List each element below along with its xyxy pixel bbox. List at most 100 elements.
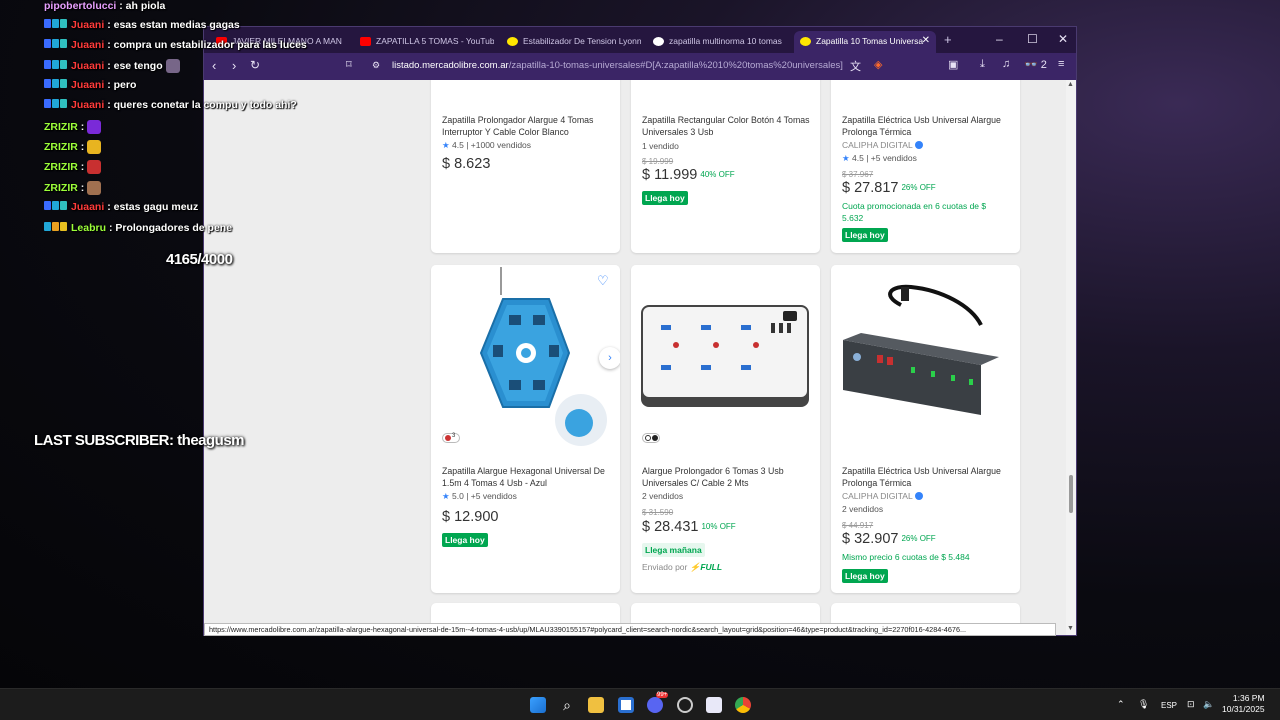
store-icon[interactable] (618, 697, 634, 713)
chat-badges (44, 60, 68, 72)
product-title[interactable]: Zapatilla Eléctrica Usb Universal Alargu… (842, 114, 1012, 138)
rating-value: 4.5 (452, 140, 464, 150)
full-badge: ⚡FULL (689, 562, 723, 572)
product-card[interactable]: Alargue Prolongador 6 Tomas 3 Usb Univer… (631, 265, 820, 593)
product-title[interactable]: Zapatilla Rectangular Color Botón 4 Toma… (642, 114, 812, 138)
tab-label: Estabilizador De Tension Lyonn (523, 36, 641, 46)
minimize-button[interactable]: – (996, 32, 1003, 46)
file-explorer-icon[interactable] (588, 697, 604, 713)
product-title[interactable]: Zapatilla Eléctrica Usb Universal Alargu… (842, 465, 1012, 489)
screenshot-icon[interactable]: ▣ (948, 58, 958, 71)
price-value: $ 32.907 (842, 531, 899, 547)
obs-icon[interactable] (677, 697, 693, 713)
product-title[interactable]: Alargue Prolongador 6 Tomas 3 Usb Univer… (642, 465, 812, 489)
clock-time: 1:36 PM (1232, 693, 1265, 703)
product-price: $ 27.817 26% OFF (842, 180, 936, 196)
swatch-count: 3 (452, 433, 456, 439)
product-card[interactable]: Zapatilla Rectangular Color Botón 4 Toma… (631, 80, 820, 253)
chat-text: : ah piola (119, 0, 166, 12)
new-tab-button[interactable]: + (944, 32, 952, 47)
color-swatch-badge (642, 433, 660, 443)
music-icon[interactable]: ♫ (1002, 58, 1010, 70)
product-rating: ★ 4.5 | +5 vendidos (842, 153, 917, 164)
close-window-button[interactable]: ✕ (1058, 32, 1068, 46)
chat-message: Juaani : estas gagu meuz (44, 201, 198, 213)
page-scrollbar[interactable]: ▲ ▼ (1066, 80, 1076, 635)
tab-zapatilla-10-tomas[interactable]: Zapatilla 10 Tomas Universa ✕ (794, 31, 936, 53)
product-rating: ★ 4.5 | +1000 vendidos (442, 140, 531, 151)
product-title[interactable]: Zapatilla Prolongador Alargue 4 Tomas In… (442, 114, 612, 138)
product-image[interactable] (631, 265, 820, 453)
chrome-icon[interactable] (735, 697, 751, 713)
favorite-heart-icon[interactable]: ♡ (597, 273, 609, 289)
installment-promo: Mismo precio 6 cuotas de $ 5.484 (842, 552, 970, 562)
chat-text: : (80, 160, 85, 173)
close-tab-icon[interactable]: ✕ (922, 35, 930, 46)
product-image[interactable]: ♡ › 3 (431, 265, 620, 453)
chat-username: Juaani (71, 99, 105, 111)
tab-zapatilla-multinorma[interactable]: zapatilla multinorma 10 tomas (647, 31, 787, 53)
translate-icon[interactable]: 文 (850, 58, 861, 74)
chat-badges (44, 222, 68, 234)
microphone-icon[interactable]: 🎙 (1138, 699, 1149, 710)
verified-icon (914, 492, 923, 500)
maximize-button[interactable]: ☐ (1027, 32, 1038, 46)
clock-date: 10/31/2025 (1222, 704, 1265, 714)
product-card[interactable]: Zapatilla Prolongador Alargue 4 Tomas In… (431, 80, 620, 253)
original-price: $ 31.590 (642, 508, 674, 517)
tab-estabilizador[interactable]: Estabilizador De Tension Lyonn (501, 31, 641, 53)
chat-text: : (80, 181, 85, 194)
scroll-down-arrow-icon[interactable]: ▼ (1067, 625, 1074, 632)
rating-value: 5.0 (452, 491, 464, 501)
extensions-count: 2 (1040, 59, 1047, 71)
tab-label: Zapatilla 10 Tomas Universa (816, 36, 924, 46)
product-title[interactable]: Zapatilla Alargue Hexagonal Universal De… (442, 465, 612, 489)
volume-icon[interactable]: 🔈 (1203, 699, 1214, 710)
system-clock[interactable]: 1:36 PM 10/31/2025 (1222, 693, 1265, 715)
hexagonal-power-strip-image (479, 267, 607, 446)
chat-text: : (80, 140, 85, 153)
shipping-text: Enviado por (642, 562, 688, 572)
scroll-thumb[interactable] (1069, 475, 1073, 513)
sub-goal-counter: 4165/4000 (166, 251, 233, 268)
brave-icon[interactable] (706, 697, 722, 713)
emote-icon (87, 160, 102, 174)
chat-username: Juaani (71, 39, 105, 51)
address-bar[interactable]: listado.mercadolibre.com.ar/zapatilla-10… (392, 60, 843, 71)
six-outlet-power-strip-image (641, 305, 809, 407)
search-icon[interactable]: ⌕ (559, 697, 575, 713)
chat-badges (44, 99, 68, 111)
product-card[interactable]: Zapatilla Eléctrica Usb Universal Alargu… (831, 265, 1020, 593)
chat-text: : compra un estabilizador para las luces (107, 39, 307, 51)
chat-text: : Prolongadores de pene (108, 222, 233, 234)
link-status-bar: https://www.mercadolibre.com.ar/zapatill… (204, 623, 1056, 636)
delivery-badge: Llega mañana (642, 543, 705, 557)
price-value: $ 11.999 (642, 167, 698, 183)
language-indicator[interactable]: ESP (1161, 701, 1177, 710)
brave-shield-icon[interactable]: ◈ (874, 58, 882, 71)
price-value: $ 28.431 (642, 519, 699, 535)
product-price: $ 8.623 (442, 156, 491, 172)
color-swatch-badge: 3 (442, 433, 460, 443)
chat-text: : pero (107, 79, 137, 91)
download-icon[interactable]: ⤓ (980, 58, 985, 71)
rating-sales: | +5 vendidos (466, 491, 517, 501)
product-card[interactable]: ♡ › 3 Zapatilla Alargue Hexagonal Univer… (431, 265, 620, 593)
product-card[interactable]: Zapatilla Eléctrica Usb Universal Alargu… (831, 80, 1020, 253)
menu-icon[interactable]: ≡ (1058, 58, 1064, 70)
product-rating: ★ 5.0 | +5 vendidos (442, 491, 517, 502)
scroll-up-arrow-icon[interactable]: ▲ (1067, 81, 1074, 88)
delivery-badge: Llega hoy (642, 191, 688, 205)
chat-username: ZRIZIR (44, 160, 78, 173)
network-icon[interactable]: ⊡ (1187, 699, 1195, 710)
google-icon (653, 37, 664, 46)
url-path: /zapatilla-10-tomas-universales#D[A:zapa… (508, 60, 843, 71)
chat-message: Juaani : pero (44, 79, 136, 91)
discord-icon[interactable]: 99+ (647, 692, 669, 713)
next-image-arrow-icon[interactable]: › (599, 347, 620, 369)
tray-overflow-icon[interactable]: ⌃ (1117, 699, 1125, 710)
start-menu-icon[interactable] (530, 697, 546, 713)
star-icon: ★ (442, 491, 450, 501)
product-image[interactable] (831, 265, 1020, 453)
extensions-icon[interactable]: 👓 2 (1024, 58, 1047, 71)
